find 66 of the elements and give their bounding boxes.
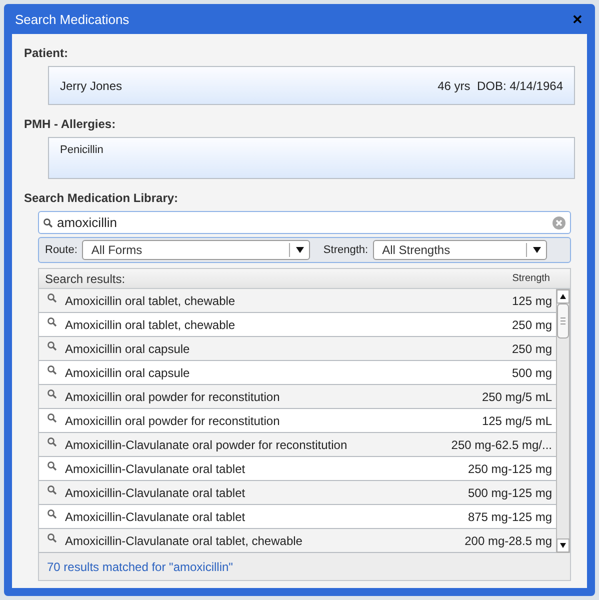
- result-row[interactable]: Amoxicillin oral capsule 500 mg: [39, 361, 556, 385]
- result-row[interactable]: Amoxicillin-Clavulanate oral powder for reconstitution 250 mg-62.5 mg/...: [39, 433, 556, 457]
- column-header: Strength: [512, 273, 550, 284]
- medication-name: Amoxicillin-Clavulanate oral tablet: [65, 462, 246, 476]
- search-field[interactable]: amoxicillin: [38, 211, 571, 234]
- filter-dropdown[interactable]: All Strengths: [373, 240, 548, 260]
- results-count: 70 results matched for "amoxicillin": [47, 560, 233, 574]
- allergies-text: Penicillin: [60, 144, 104, 156]
- patient-label: Patient:: [24, 46, 70, 60]
- allergies-label: PMH - Allergies:: [24, 117, 117, 131]
- search-icon: [47, 485, 57, 495]
- medication-name: Amoxicillin oral tablet, chewable: [65, 294, 236, 308]
- search-icon: [43, 218, 53, 228]
- search-icon: [47, 461, 57, 471]
- result-row[interactable]: Amoxicillin oral capsule 250 mg: [39, 337, 556, 361]
- filter-label: Route:: [45, 244, 78, 256]
- medication-name: Amoxicillin oral capsule: [65, 366, 191, 380]
- filter-label: Strength:: [323, 244, 368, 256]
- medication-name: Amoxicillin-Clavulanate oral tablet, chewable: [65, 534, 304, 548]
- result-row[interactable]: Amoxicillin oral tablet, chewable 125 mg: [39, 289, 556, 313]
- result-row[interactable]: Amoxicillin-Clavulanate oral tablet 250 mg-125 mg: [39, 457, 556, 481]
- clear-icon[interactable]: [552, 216, 566, 230]
- close-button[interactable]: ✕: [570, 12, 585, 26]
- medication-strength: 250 mg-62.5 mg/...: [451, 438, 553, 452]
- medication-strength: 125 mg/5 mL: [482, 414, 553, 428]
- medication-name: Amoxicillin-Clavulanate oral powder for reconstitution: [65, 438, 348, 452]
- medication-strength: 200 mg-28.5 mg: [464, 534, 553, 548]
- search-label: Search Medication Library:: [24, 191, 180, 205]
- window-title: Search Medications: [15, 12, 130, 26]
- scroll-bar[interactable]: [556, 289, 570, 553]
- medication-strength: 500 mg: [512, 366, 553, 380]
- result-row[interactable]: Amoxicillin oral tablet, chewable 250 mg: [39, 313, 556, 337]
- search-icon: [47, 389, 57, 399]
- medication-name: Amoxicillin oral capsule: [65, 342, 191, 356]
- medication-strength: 250 mg: [512, 342, 553, 356]
- search-icon: [47, 413, 57, 423]
- search-icon: [47, 341, 57, 351]
- dropdown-caret-icon: [532, 247, 541, 253]
- search-icon: [47, 293, 57, 303]
- result-row[interactable]: Amoxicillin-Clavulanate oral tablet 875 mg-125 mg: [39, 505, 556, 529]
- medication-name: Amoxicillin-Clavulanate oral tablet: [65, 510, 246, 524]
- search-icon: [47, 437, 57, 447]
- filter-dropdown[interactable]: All Forms: [82, 240, 310, 260]
- patient-name: Jerry Jones: [60, 78, 122, 92]
- medication-name: Amoxicillin oral powder for reconstitution: [65, 414, 281, 428]
- patient-age-dob: 46 yrs DOB: 4/14/1964: [438, 78, 563, 92]
- search-icon: [47, 317, 57, 327]
- medication-strength: 500 mg-125 mg: [468, 486, 553, 500]
- dropdown-caret-icon: [296, 247, 304, 253]
- medication-strength: 250 mg/5 mL: [482, 390, 553, 404]
- medication-strength: 250 mg: [512, 318, 553, 332]
- search-input[interactable]: amoxicillin: [57, 215, 548, 230]
- result-row[interactable]: Amoxicillin oral powder for reconstitution 125 mg/5 mL: [39, 409, 556, 433]
- search-icon: [47, 365, 57, 375]
- column-header: Search results:: [45, 272, 126, 286]
- medication-strength: 125 mg: [512, 294, 553, 308]
- search-icon: [47, 509, 57, 519]
- result-row[interactable]: Amoxicillin-Clavulanate oral tablet 500 mg-125 mg: [39, 481, 556, 505]
- medication-name: Amoxicillin oral tablet, chewable: [65, 318, 236, 332]
- result-row[interactable]: Amoxicillin-Clavulanate oral tablet, chewable 200 mg-28.5 mg: [39, 529, 556, 553]
- search-icon: [47, 533, 57, 543]
- medication-strength: 875 mg-125 mg: [468, 510, 553, 524]
- medication-name: Amoxicillin oral powder for reconstitution: [65, 390, 281, 404]
- result-row[interactable]: Amoxicillin oral powder for reconstitution 250 mg/5 mL: [39, 385, 556, 409]
- medication-strength: 250 mg-125 mg: [468, 462, 553, 476]
- medication-name: Amoxicillin-Clavulanate oral tablet: [65, 486, 246, 500]
